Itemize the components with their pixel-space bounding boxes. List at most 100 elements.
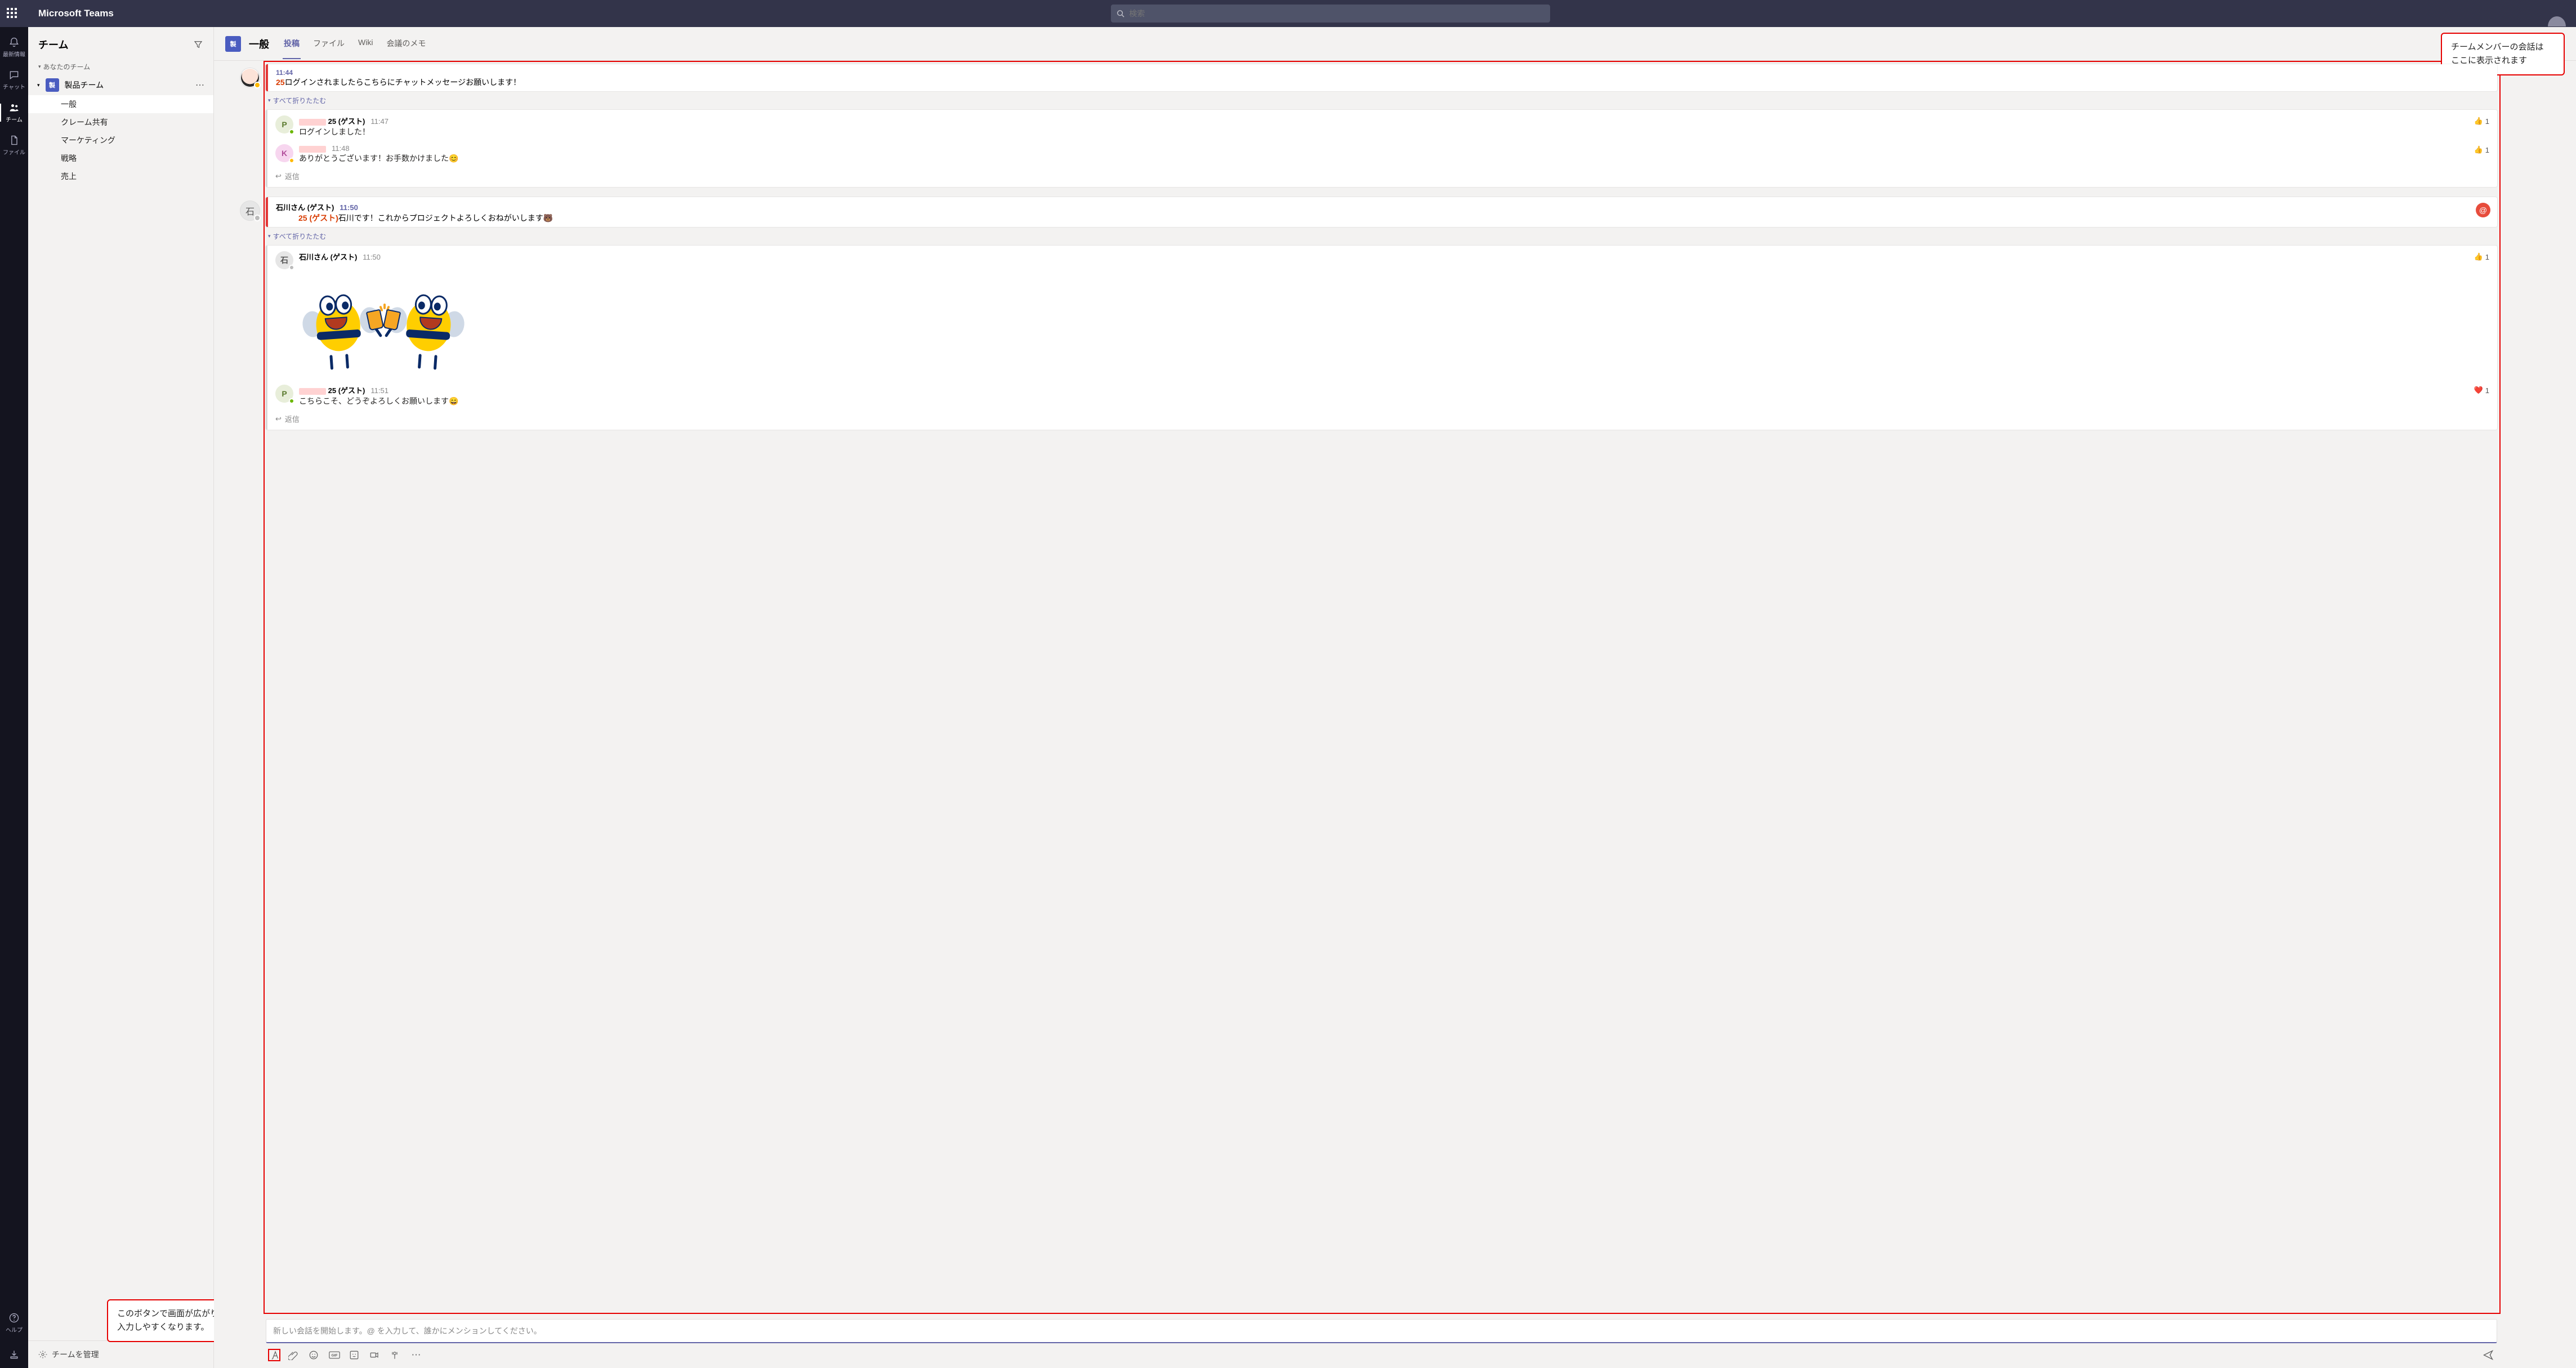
reply-action[interactable]: ↩返信 <box>267 167 2497 185</box>
reply-avatar[interactable]: 石 <box>275 251 293 269</box>
teams-icon <box>8 102 20 113</box>
thread-head-card[interactable]: 11:44 25ログインされましたらこちらにチャットメッセージお願いします！ <box>266 64 2497 91</box>
reply-avatar[interactable]: P <box>275 115 293 133</box>
team-row[interactable]: ▾ 製 製品チーム ⋯ <box>28 75 213 95</box>
sticker-bees-cheers <box>299 266 468 373</box>
message-time: 11:50 <box>340 203 358 212</box>
reply-row[interactable]: P 25 (ゲスト) 11:51 こちらこそ、どうぞよろしくお願いします😄 ❤️… <box>267 381 2497 410</box>
reply-time: 11:47 <box>370 117 389 126</box>
thread: 11:44 25ログインされましたらこちらにチャットメッセージお願いします！ ▾… <box>266 64 2497 187</box>
team-name: 製品チーム <box>65 79 104 91</box>
reply-author: 石川さん (ゲスト) <box>299 251 357 262</box>
reaction[interactable]: ❤️1 <box>2474 386 2489 395</box>
team-more-icon[interactable]: ⋯ <box>195 79 204 91</box>
rail-label: ヘルプ <box>6 1325 23 1334</box>
channel-title: 一般 <box>249 37 269 51</box>
search-icon <box>1117 10 1124 17</box>
tab-posts[interactable]: 投稿 <box>283 29 301 59</box>
mention-badge-icon: @ <box>2476 203 2490 217</box>
collapse-all-link[interactable]: ▾すべて折りたたむ <box>266 91 2497 110</box>
rail-label: チャット <box>3 82 25 91</box>
app-launcher-icon[interactable] <box>7 8 18 19</box>
reply-list: 石 石川さん (ゲスト) 11:50 <box>266 246 2497 430</box>
rail-label: 最新情報 <box>3 50 25 58</box>
tab-wiki[interactable]: Wiki <box>357 29 374 59</box>
reply-text: ログインしました！ <box>299 126 2489 137</box>
rail-label: チーム <box>6 115 23 123</box>
meet-now-button[interactable] <box>369 1350 382 1360</box>
conversation-panel: 製 一般 投稿 ファイル Wiki 会議のメモ チームメンバーの会話は ここに表… <box>214 27 2576 1368</box>
channel-item[interactable]: マーケティング <box>28 131 213 149</box>
rail-teams[interactable]: チーム <box>0 98 28 127</box>
reaction[interactable]: 👍1 <box>2474 252 2489 261</box>
more-button[interactable]: ⋯ <box>410 1349 422 1361</box>
rail-activity[interactable]: 最新情報 <box>0 33 28 62</box>
rail-help[interactable]: ヘルプ <box>0 1308 28 1338</box>
reply-row[interactable]: K 11:48 ありがとうございます！お手数かけました😊 👍1 <box>267 141 2497 167</box>
reply-text: ありがとうございます！お手数かけました😊 <box>299 153 2489 164</box>
search-box[interactable] <box>1111 5 1550 23</box>
help-icon <box>8 1312 20 1324</box>
rail-label: ファイル <box>3 148 25 156</box>
message-author: 石川さん (ゲスト) <box>276 202 334 212</box>
reply-time: 11:51 <box>370 386 389 395</box>
team-tile-icon: 製 <box>46 78 59 92</box>
rail-files[interactable]: ファイル <box>0 131 28 160</box>
bell-icon <box>8 37 20 48</box>
thread: 石 石川さん (ゲスト)11:50 25 (ゲスト)石川です！これからプロジェク… <box>266 197 2497 430</box>
reaction[interactable]: 👍1 <box>2474 117 2489 126</box>
sticker-button[interactable] <box>349 1350 361 1360</box>
collapse-all-link[interactable]: ▾すべて折りたたむ <box>266 227 2497 246</box>
conversation-header: 製 一般 投稿 ファイル Wiki 会議のメモ <box>214 27 2576 61</box>
filter-icon[interactable] <box>193 39 203 50</box>
reply-row[interactable]: P 25 (ゲスト) 11:47 ログインしました！ 👍1 <box>267 112 2497 141</box>
tab-files[interactable]: ファイル <box>312 29 346 59</box>
attach-button[interactable] <box>288 1350 301 1360</box>
team-list-panel: チーム ▾ あなたのチーム ▾ 製 製品チーム ⋯ 一般 クレーム共有 マーケテ… <box>28 27 214 1368</box>
channel-tile-icon: 製 <box>225 36 241 52</box>
reply-icon: ↩ <box>275 415 282 424</box>
reply-time: 11:50 <box>363 253 381 261</box>
rail-download[interactable] <box>0 1341 28 1368</box>
reply-avatar[interactable]: P <box>275 385 293 403</box>
channel-general[interactable]: 一般 <box>28 95 213 113</box>
caret-down-icon: ▾ <box>37 82 40 88</box>
compose-input[interactable]: 新しい会話を開始します。@ を入力して、誰かにメンションしてください。 <box>266 1319 2497 1343</box>
reply-list: P 25 (ゲスト) 11:47 ログインしました！ 👍1 <box>266 110 2497 187</box>
team-list-title: チーム <box>38 37 68 52</box>
thread-head-card[interactable]: 石川さん (ゲスト)11:50 25 (ゲスト)石川です！これからプロジェクトよ… <box>266 197 2497 227</box>
download-icon <box>8 1349 20 1360</box>
your-teams-label[interactable]: ▾ あなたのチーム <box>28 59 213 75</box>
channel-item[interactable]: 戦略 <box>28 149 213 167</box>
format-button[interactable] <box>268 1349 280 1361</box>
gear-icon <box>38 1350 47 1359</box>
reply-author: 25 (ゲスト) <box>299 115 365 126</box>
svg-text:GIF: GIF <box>331 1354 337 1358</box>
send-button[interactable] <box>2483 1349 2495 1361</box>
emoji-button[interactable] <box>309 1350 321 1360</box>
message-text: 25ログインされましたらこちらにチャットメッセージお願いします！ <box>276 77 2489 88</box>
channel-item[interactable]: クレーム共有 <box>28 113 213 131</box>
reply-action[interactable]: ↩返信 <box>267 410 2497 427</box>
conversation-body[interactable]: 11:44 25ログインされましたらこちらにチャットメッセージお願いします！ ▾… <box>214 61 2576 1312</box>
title-bar: Microsoft Teams <box>0 0 2576 27</box>
compose-toolbar: GIF ⋯ <box>266 1343 2497 1361</box>
thread-avatar[interactable]: 石 <box>240 200 260 221</box>
caret-down-icon: ▾ <box>38 64 41 70</box>
reply-icon: ↩ <box>275 172 282 181</box>
tab-meeting-notes[interactable]: 会議のメモ <box>385 29 427 59</box>
manage-teams-link[interactable]: チームを管理 <box>28 1340 213 1368</box>
search-input[interactable] <box>1129 9 1544 18</box>
thread-avatar[interactable] <box>240 68 260 88</box>
reply-row[interactable]: 石 石川さん (ゲスト) 11:50 <box>267 248 2497 381</box>
message-time: 11:44 <box>276 69 2489 77</box>
gif-button[interactable]: GIF <box>329 1351 341 1359</box>
channel-item[interactable]: 売上 <box>28 167 213 185</box>
stream-button[interactable] <box>390 1350 402 1360</box>
reply-avatar[interactable]: K <box>275 144 293 162</box>
file-icon <box>8 135 20 146</box>
reply-time: 11:48 <box>332 144 350 153</box>
reaction[interactable]: 👍1 <box>2474 145 2489 154</box>
current-user-avatar[interactable] <box>2548 16 2566 26</box>
rail-chat[interactable]: チャット <box>0 65 28 95</box>
